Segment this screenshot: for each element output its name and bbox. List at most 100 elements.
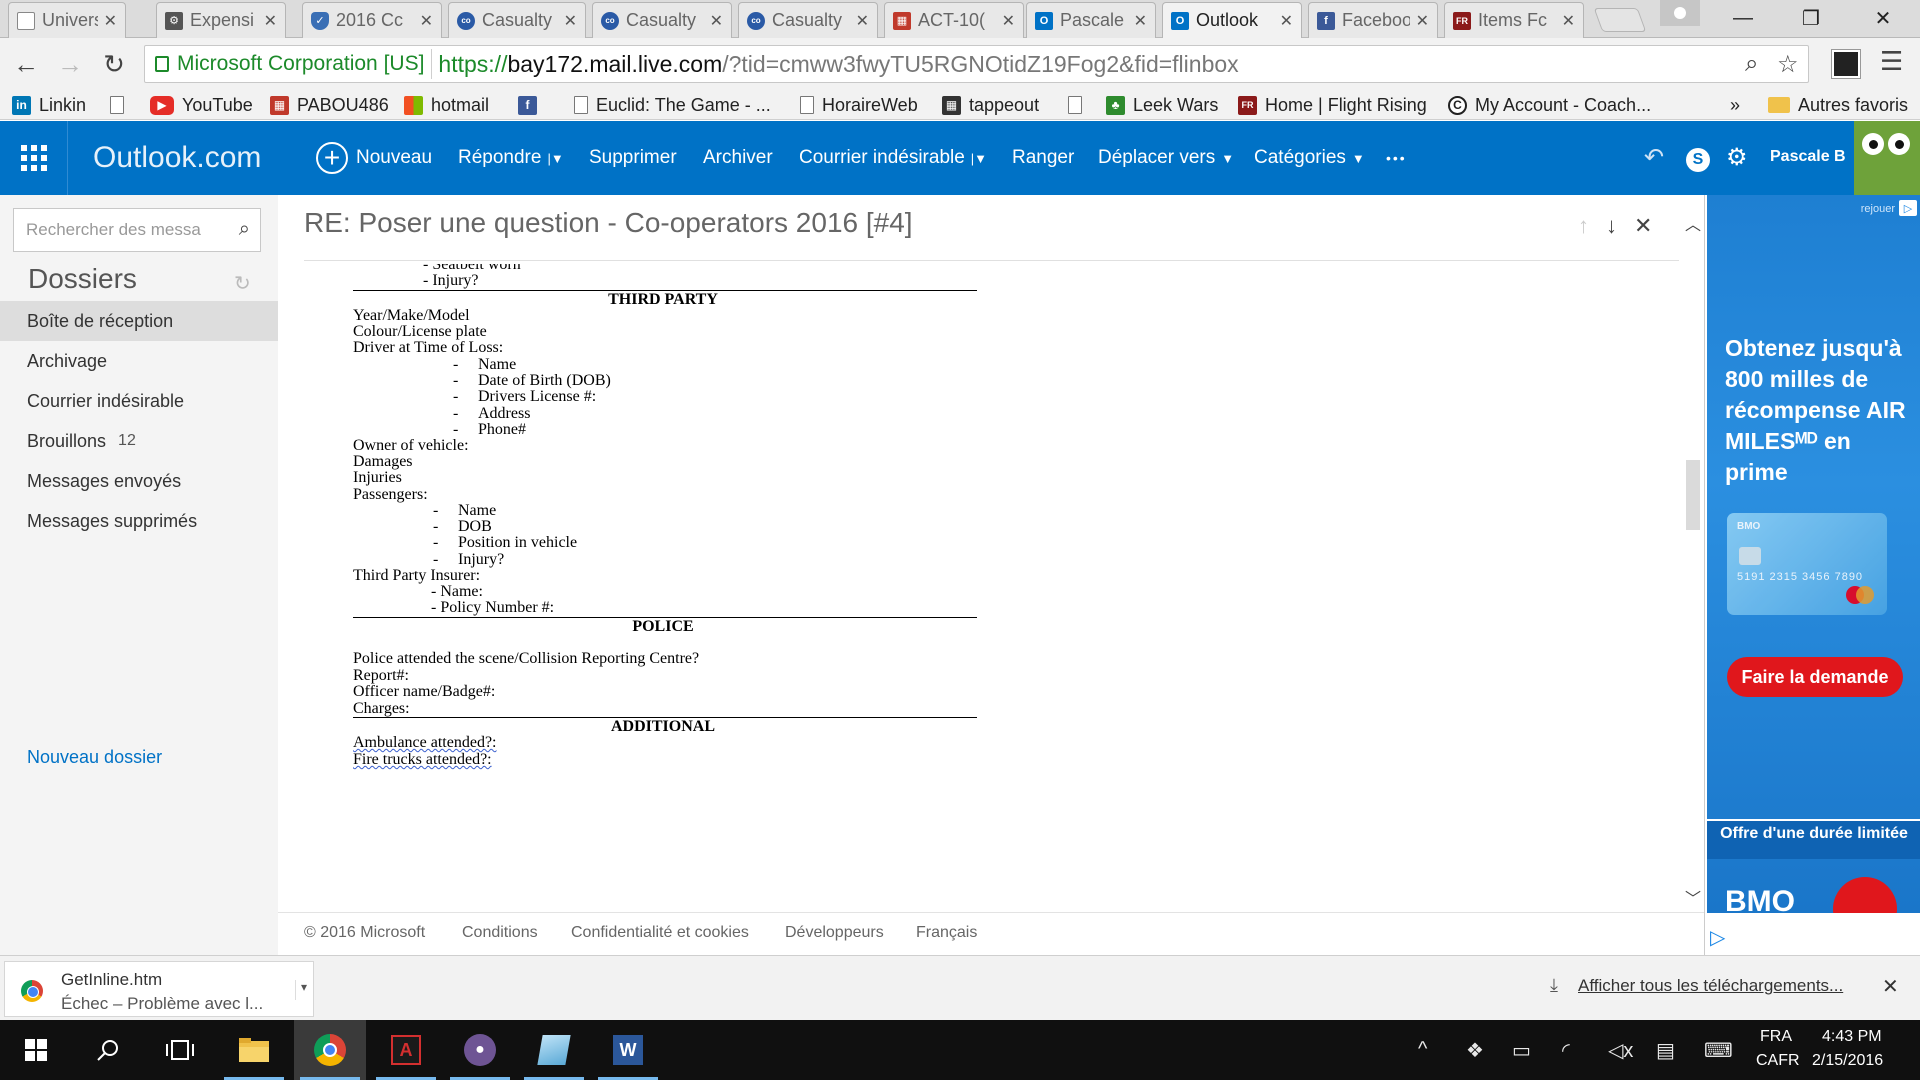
sweep-button[interactable]: Ranger [1012, 121, 1074, 195]
close-window-button[interactable]: ✕ [1850, 0, 1916, 36]
other-bookmarks-folder[interactable]: Autres favoris [1768, 92, 1908, 118]
browser-tab[interactable]: O Pascale ✕ [1026, 2, 1156, 38]
chevron-down-icon[interactable]: ﹀ [1685, 885, 1701, 909]
battery-icon[interactable]: ▭ [1512, 1038, 1531, 1063]
privacy-link[interactable]: Confidentialité et cookies [571, 924, 749, 942]
delete-button[interactable]: Supprimer [589, 121, 677, 195]
restore-button[interactable]: ❐ [1778, 0, 1844, 36]
outlook-brand[interactable]: Outlook.com [93, 141, 261, 175]
adchoices-icon[interactable]: ▷ [1899, 200, 1917, 216]
github-button[interactable]: ● [444, 1020, 516, 1080]
reload-button[interactable]: ↻ [96, 46, 132, 82]
zoom-search-icon[interactable]: ⌕ [1745, 50, 1758, 78]
profile-button[interactable] [1660, 0, 1700, 26]
browser-tab[interactable]: ⚙ Expensi ✕ [156, 2, 286, 38]
chrome-button[interactable] [294, 1020, 366, 1080]
menu-icon[interactable]: ☰ [1880, 46, 1903, 77]
bookmark-item[interactable] [110, 92, 132, 118]
word-button[interactable]: W [592, 1020, 664, 1080]
browser-tab[interactable]: ✓ 2016 Cc ✕ [302, 2, 442, 38]
more-commands-button[interactable]: ••• [1386, 121, 1407, 195]
reply-button[interactable]: Répondre |▼ [458, 121, 564, 195]
browser-tab[interactable]: FR Items Fc ✕ [1444, 2, 1584, 38]
close-icon[interactable]: ✕ [564, 11, 577, 31]
terms-link[interactable]: Conditions [462, 924, 538, 942]
chevron-down-icon[interactable]: ▾ [295, 980, 313, 1000]
bookmark-item[interactable]: C My Account - Coach... [1448, 92, 1651, 118]
user-name[interactable]: Pascale B [1770, 148, 1846, 166]
close-icon[interactable]: ✕ [856, 11, 869, 31]
avatar[interactable] [1854, 121, 1920, 195]
apply-button[interactable]: Faire la demande [1727, 657, 1903, 697]
chevron-down-icon[interactable]: |▼ [547, 151, 563, 166]
bookmark-item[interactable]: ▶ YouTube [150, 92, 253, 118]
undo-icon[interactable]: ↶ [1644, 143, 1664, 172]
new-tab-button[interactable] [1593, 8, 1647, 32]
bookmark-item[interactable]: ♣ Leek Wars [1106, 92, 1218, 118]
url-text[interactable]: https://bay172.mail.live.com/?tid=cmww3f… [432, 51, 1238, 78]
close-icon[interactable]: ✕ [420, 11, 433, 31]
bookmark-item[interactable]: ▦ PABOU486 [270, 92, 389, 118]
app-launcher-icon[interactable] [0, 121, 68, 195]
next-message-icon[interactable]: ↓ [1606, 213, 1617, 239]
previous-message-icon[interactable]: ↑ [1578, 213, 1589, 239]
refresh-icon[interactable]: ↻ [234, 271, 251, 296]
close-icon[interactable]: ✕ [1134, 11, 1147, 31]
close-icon[interactable]: ✕ [1416, 11, 1429, 31]
back-button[interactable]: ← [8, 46, 44, 82]
bookmark-item[interactable]: HoraireWeb [800, 92, 918, 118]
browser-tab[interactable]: co Casualty ✕ [592, 2, 732, 38]
input-layout[interactable]: CAFR [1756, 1052, 1800, 1070]
folder-deleted[interactable]: Messages supprimés [0, 501, 278, 541]
play-icon[interactable]: ▷ [1710, 925, 1725, 950]
close-icon[interactable]: ✕ [1882, 974, 1899, 999]
folder-sent[interactable]: Messages envoyés [0, 461, 278, 501]
close-icon[interactable]: ✕ [1562, 11, 1575, 31]
developers-link[interactable]: Développeurs [785, 924, 884, 942]
acrobat-button[interactable]: A [370, 1020, 442, 1080]
browser-tab[interactable]: co Casualty ✕ [738, 2, 878, 38]
chevron-up-icon[interactable]: ︿ [1685, 211, 1701, 235]
clock-time[interactable]: 4:43 PM [1822, 1028, 1882, 1046]
bookmark-item[interactable]: in Linkin [12, 92, 86, 118]
browser-tab[interactable]: ▦ ACT-10( ✕ [884, 2, 1024, 38]
browser-tab-active[interactable]: O Outlook ✕ [1162, 2, 1302, 38]
folder-inbox[interactable]: Boîte de réception [0, 301, 278, 341]
scrollbar-thumb[interactable] [1686, 460, 1700, 530]
close-icon[interactable]: ✕ [710, 11, 723, 31]
chevron-up-icon[interactable]: ^ [1418, 1038, 1427, 1061]
volume-muted-icon[interactable]: ◁x [1608, 1038, 1633, 1063]
minimize-button[interactable]: — [1710, 0, 1776, 36]
bookmark-item[interactable]: ▦ tappeout [942, 92, 1039, 118]
search-input[interactable]: Rechercher des messa ⌕ [13, 208, 261, 252]
bookmark-star-icon[interactable]: ☆ [1777, 50, 1799, 79]
advertisement[interactable]: rejouer ▷ Obtenez jusqu'à 800 milles de … [1707, 195, 1920, 913]
close-icon[interactable]: ✕ [104, 11, 117, 31]
folder-drafts[interactable]: Brouillons 12 [0, 421, 278, 461]
close-icon[interactable]: ✕ [264, 11, 277, 31]
dropbox-icon[interactable]: ❖ [1466, 1038, 1484, 1063]
move-to-button[interactable]: Déplacer vers ▼ [1098, 121, 1234, 195]
extension-icon[interactable] [1831, 49, 1861, 79]
gear-icon[interactable]: ⚙ [1726, 143, 1748, 172]
skype-icon[interactable]: S [1686, 148, 1710, 172]
forward-button[interactable]: → [52, 46, 88, 82]
browser-tab[interactable]: Universi ✕ [8, 2, 126, 38]
bookmark-item[interactable]: Euclid: The Game - ... [574, 92, 771, 118]
reading-pane-scrollbar[interactable]: ︿ ﹀ [1682, 195, 1704, 912]
new-folder-link[interactable]: Nouveau dossier [27, 747, 162, 768]
browser-tab[interactable]: co Casualty ✕ [448, 2, 586, 38]
folder-junk[interactable]: Courrier indésirable [0, 381, 278, 421]
bookmark-item[interactable] [1068, 92, 1090, 118]
junk-button[interactable]: Courrier indésirable |▼ [799, 121, 987, 195]
notepad-button[interactable] [518, 1020, 590, 1080]
archive-button[interactable]: Archiver [703, 121, 773, 195]
close-icon[interactable]: ✕ [1002, 11, 1015, 31]
language-link[interactable]: Français [916, 924, 977, 942]
show-all-downloads-link[interactable]: Afficher tous les téléchargements... [1578, 976, 1843, 996]
file-explorer-button[interactable] [218, 1020, 290, 1080]
bookmark-item[interactable]: hotmail [404, 92, 489, 118]
search-button[interactable] [72, 1020, 144, 1080]
address-bar[interactable]: Microsoft Corporation [US] https://bay17… [144, 45, 1809, 83]
start-button[interactable] [0, 1020, 72, 1080]
